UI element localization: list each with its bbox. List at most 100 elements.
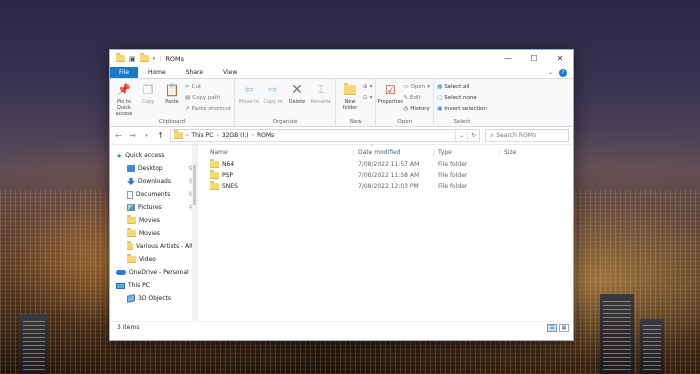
- move-to-button[interactable]: ⇦ Move to: [238, 81, 260, 118]
- rename-button[interactable]: ⌶ Rename: [310, 81, 332, 118]
- move-to-icon: ⇦: [244, 82, 254, 96]
- file-date: 7/08/2022 12:03 PM: [358, 183, 419, 190]
- forward-button[interactable]: →: [128, 131, 137, 140]
- copy-button[interactable]: ❐ Copy: [137, 81, 159, 118]
- column-name[interactable]: Name: [210, 149, 353, 156]
- back-button[interactable]: ←: [114, 131, 123, 140]
- paste-button[interactable]: 📋 Paste: [161, 81, 183, 118]
- nav-scrollbar-thumb[interactable]: [193, 165, 196, 205]
- search-input[interactable]: ⌕ Search ROMs: [485, 129, 569, 142]
- group-clipboard: 📌 Pin to Quick access ❐ Copy 📋 Paste ✂ Cu…: [110, 79, 236, 126]
- column-type[interactable]: Type: [433, 148, 499, 156]
- tab-home[interactable]: Home: [138, 67, 176, 78]
- group-open: ☑ Properties ▭ Open ▾ ✎ Edit ◷ History Open: [376, 79, 435, 126]
- file-date: 7/08/2022 11:58 AM: [358, 172, 420, 179]
- documents-icon: [127, 190, 133, 199]
- search-placeholder: Search ROMs: [496, 132, 537, 139]
- paste-shortcut-button[interactable]: ↗ Paste shortcut: [185, 104, 231, 113]
- minimize-button[interactable]: —: [495, 50, 521, 67]
- open-button[interactable]: ▭ Open ▾: [403, 82, 430, 91]
- ribbon-tabs: File Home Share View ⌄ ?: [110, 67, 573, 79]
- collapse-ribbon-icon[interactable]: ⌄: [548, 69, 553, 76]
- file-list-pane: ⌃ Name Date modified Type Size N64 7/08/…: [198, 144, 573, 321]
- content-area: ★ Quick access Desktop ⚲ Downloads ⚲ Doc…: [110, 144, 573, 321]
- new-folder-icon: [344, 81, 357, 98]
- pc-icon: [116, 282, 125, 289]
- details-view-button[interactable]: ☰: [547, 323, 557, 332]
- nav-video[interactable]: Video: [110, 253, 197, 266]
- nav-movies[interactable]: Movies: [110, 214, 197, 227]
- copy-to-button[interactable]: ⇨ Copy to: [262, 81, 284, 118]
- nav-scrollbar[interactable]: [192, 145, 197, 321]
- column-size[interactable]: Size: [499, 148, 549, 156]
- breadcrumb-roms[interactable]: ROMs: [257, 132, 274, 139]
- nav-various-artists[interactable]: Various Artists - Alte: [110, 240, 197, 253]
- nav-pictures[interactable]: Pictures ⚲: [110, 201, 197, 214]
- folder-icon: [174, 130, 183, 139]
- file-name: SNES: [222, 183, 238, 190]
- close-button[interactable]: ✕: [547, 50, 573, 67]
- address-bar[interactable]: › This PC › 32GB (I:) › ROMs ⌄ ↻: [170, 129, 480, 142]
- edit-button[interactable]: ✎ Edit: [403, 93, 430, 102]
- nav-downloads[interactable]: Downloads ⚲: [110, 175, 197, 188]
- select-none-button[interactable]: ▢ Select none: [437, 93, 487, 102]
- cut-button[interactable]: ✂ Cut: [185, 82, 231, 91]
- pin-to-quick-access-button[interactable]: 📌 Pin to Quick access: [113, 81, 135, 118]
- tab-file[interactable]: File: [110, 67, 138, 78]
- new-item-button[interactable]: ⊞ ▾: [363, 82, 372, 91]
- file-row[interactable]: PSP 7/08/2022 11:58 AM File folder: [198, 170, 573, 181]
- file-row[interactable]: SNES 7/08/2022 12:03 PM File folder: [198, 181, 573, 192]
- easy-access-button[interactable]: ⊡ ▾: [363, 93, 372, 102]
- window-title: ROMs: [165, 54, 184, 63]
- copy-path-button[interactable]: ▤ Copy path: [185, 93, 231, 102]
- file-name: N64: [222, 161, 235, 168]
- select-all-icon: ▦: [437, 83, 443, 90]
- recent-locations-button[interactable]: ▾: [142, 133, 151, 139]
- star-icon: ★: [116, 151, 123, 160]
- large-icons-view-button[interactable]: ▦: [559, 323, 569, 332]
- desktop-icon: [127, 165, 135, 172]
- copy-path-icon: ▤: [185, 94, 191, 101]
- nav-onedrive[interactable]: OneDrive - Personal: [110, 266, 197, 279]
- ribbon-home: 📌 Pin to Quick access ❐ Copy 📋 Paste ✂ Cu…: [110, 79, 573, 127]
- new-item-icon: ⊞: [363, 83, 368, 90]
- breadcrumb-this-pc[interactable]: This PC: [191, 132, 213, 139]
- refresh-icon[interactable]: ↻: [467, 130, 479, 141]
- invert-selection-button[interactable]: ▣ Invert selection: [437, 104, 487, 113]
- scissors-icon: ✂: [185, 83, 190, 90]
- folder-icon[interactable]: [139, 53, 149, 62]
- nav-desktop[interactable]: Desktop ⚲: [110, 162, 197, 175]
- help-icon[interactable]: ?: [559, 68, 567, 77]
- copy-to-icon: ⇨: [268, 82, 278, 96]
- address-dropdown-icon[interactable]: ⌄: [455, 130, 467, 141]
- tab-view[interactable]: View: [213, 67, 247, 78]
- nav-3d-objects[interactable]: 3D Objects: [110, 292, 197, 305]
- nav-movies[interactable]: Movies: [110, 227, 197, 240]
- pictures-icon: [127, 204, 135, 211]
- title-bar: ▣ ▾ | ROMs — ☐ ✕: [110, 50, 573, 67]
- pin-icon: 📌: [117, 82, 131, 96]
- group-label-new: New: [349, 119, 362, 125]
- delete-button[interactable]: ✕ Delete: [286, 81, 308, 118]
- history-button[interactable]: ◷ History: [403, 104, 430, 113]
- folder-icon: [210, 159, 219, 168]
- breadcrumb-drive[interactable]: 32GB (I:): [222, 132, 249, 139]
- properties-button[interactable]: ☑ Properties: [378, 81, 403, 118]
- group-label-organize: Organize: [272, 119, 298, 125]
- up-button[interactable]: ↑: [156, 131, 165, 140]
- nav-this-pc[interactable]: This PC: [110, 279, 197, 292]
- nav-documents[interactable]: Documents ⚲: [110, 188, 197, 201]
- nav-quick-access[interactable]: ★ Quick access: [110, 149, 197, 162]
- select-all-button[interactable]: ▦ Select all: [437, 82, 487, 91]
- maximize-button[interactable]: ☐: [521, 50, 547, 67]
- check-icon[interactable]: ▣: [129, 55, 136, 63]
- folder-icon: [127, 228, 136, 237]
- group-label-select: Select: [453, 119, 471, 125]
- dropdown-icon[interactable]: ▾: [153, 56, 156, 62]
- folder-icon: [210, 170, 219, 179]
- file-row[interactable]: N64 7/08/2022 11:57 AM File folder: [198, 159, 573, 170]
- history-icon: ◷: [403, 105, 409, 112]
- column-date-modified[interactable]: Date modified: [353, 148, 433, 156]
- tab-share[interactable]: Share: [176, 67, 213, 78]
- new-folder-button[interactable]: New folder: [339, 81, 361, 118]
